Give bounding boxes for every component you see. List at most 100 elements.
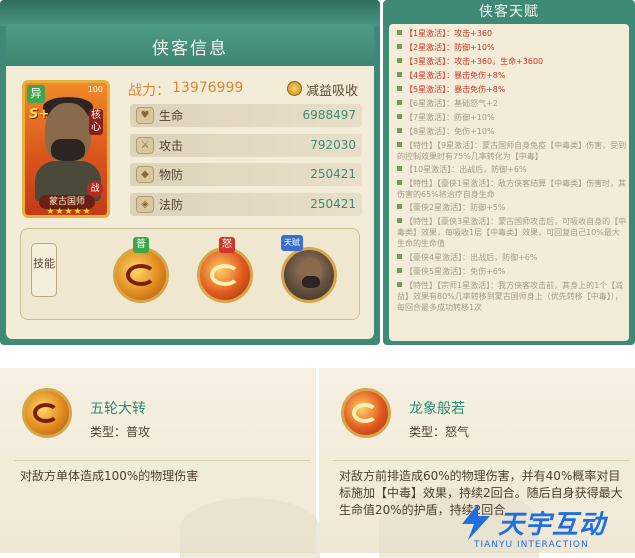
talent-line: 【豪侠4星激活】：出战后，防御+6% (397, 252, 627, 263)
stat-name: 生命 (159, 109, 184, 123)
talent-line: 【10星激活】：出战后，防御+6% (397, 164, 627, 175)
skill-card-normal: 五轮大转 类型：普攻 对敌方单体造成100%的物理伤害 (0, 368, 320, 558)
hero-portrait-card[interactable]: 异 100 S+ 核心 战 蒙古国师 ★★★★★ (22, 80, 110, 218)
talent-effect: 基础怒气+2 (454, 99, 498, 108)
talent-key: 【1星激活】： (405, 29, 455, 38)
bullet-icon (397, 30, 402, 35)
power-label: 战力： (128, 83, 170, 99)
bullet-icon (397, 142, 402, 147)
stat-value: 250421 (310, 167, 356, 181)
skill-rage-icon (341, 388, 391, 438)
talent-effect: 暴击免伤+8% (454, 85, 506, 94)
hero-beard (51, 139, 85, 161)
talent-key: 【10星激活】： (405, 165, 460, 174)
divider (333, 460, 629, 461)
talent-list[interactable]: 【1星激活】：攻击+360 【2星激活】： 防御+10% 【3星激活】：攻击+360，… (389, 24, 629, 341)
stat-name: 物防 (159, 168, 184, 182)
talent-key: 【2星激活】： (405, 43, 455, 52)
skill-talent-icon[interactable] (281, 247, 337, 303)
flame-icon (210, 264, 240, 286)
stat-row-physical-defense: ◆ 物防 250421 (130, 163, 362, 186)
bullet-icon (397, 268, 402, 273)
talent-key: 【豪侠5星激活】： (405, 267, 471, 276)
bullet-icon (397, 114, 402, 119)
talent-key: 【豪侠2星激活】： (405, 203, 471, 212)
talent-line: 【6星激活】：基础怒气+2 (397, 98, 627, 109)
skill-name: 五轮大转 (90, 401, 146, 417)
stat-row-attack: ⚔ 攻击 792030 (130, 134, 362, 157)
talent-key: 【特性】【9星激活】： (405, 141, 483, 150)
talent-key: 【3星激活】： (405, 57, 455, 66)
swirl-icon (33, 403, 59, 423)
talent-effect: 出战后，防御+6% (470, 253, 538, 262)
talent-effect: 防御+10% (454, 113, 495, 122)
debuff-absorb-icon[interactable] (287, 81, 302, 96)
heart-icon: ♥ (136, 107, 154, 124)
talent-line: 【8星激活】：免伤+10% (397, 126, 627, 137)
talent-line: 【7星激活】：防御+10% (397, 112, 627, 123)
talent-line: 【特性】【豪侠1星激活】：敌方侠客结算【中毒类】伤害时，其伤害的65%将治疗自身… (397, 178, 627, 200)
bullet-icon (397, 128, 402, 133)
talent-line: 【特性】【豪侠3星激活】：蒙古国师攻击后，可吸收自身的【中毒类】效果，每吸收1层… (397, 216, 627, 249)
stat-name: 攻击 (159, 139, 184, 153)
stat-row-magic-defense: ◈ 法防 250421 (130, 193, 362, 216)
tianyu-logo-icon (462, 504, 490, 540)
bullet-icon (397, 218, 402, 223)
bullet-icon (397, 180, 402, 185)
skill-talent-badge: 天赋 (281, 235, 303, 251)
talent-line: 【3星激活】：攻击+360，生命+3600 (397, 56, 627, 67)
talent-key: 【5星激活】： (405, 85, 455, 94)
stat-value: 792030 (310, 138, 356, 152)
talent-line: 【1星激活】：攻击+360 (397, 28, 627, 39)
talent-key: 【特性】【豪侠3星激活】： (405, 217, 499, 226)
talent-panel: 侠客天赋 【1星激活】：攻击+360 【2星激活】： 防御+10% 【3星激活】：攻击… (383, 0, 635, 345)
skills-tab[interactable]: 技能 (31, 243, 57, 297)
debuff-absorb-label[interactable]: 减益吸收 (306, 80, 358, 99)
stat-value: 250421 (310, 197, 356, 211)
talent-key: 【4星激活】： (405, 71, 455, 80)
talent-effect: 免伤+10% (454, 127, 495, 136)
hero-info-panel: 侠客信息 异 100 S+ 核心 战 蒙古国师 ★★★★★ 战力： 139769… (0, 0, 380, 345)
talent-key: 【特性】【豪侠1星激活】： (405, 179, 499, 188)
hero-info-header: 侠客信息 (6, 24, 374, 68)
bullet-icon (397, 254, 402, 259)
talent-line: 【特性】【宗师1星激活】：我方侠客攻击前，其身上的1个【减益】效果有80%几率转… (397, 280, 627, 313)
bullet-icon (397, 282, 402, 287)
divider (14, 460, 310, 461)
skill-normal-attack-icon (22, 388, 72, 438)
skill-description: 对敌方单体造成100%的物理伤害 (20, 469, 199, 483)
bullet-icon (397, 204, 402, 209)
talent-effect: 攻击+360，生命+3600 (454, 57, 544, 66)
watermark-text: 天宇互动 (498, 510, 607, 540)
power-value: 13976999 (172, 80, 244, 96)
bullet-icon (397, 166, 402, 171)
talent-line: 【豪侠5星激活】：免伤+6% (397, 266, 627, 277)
flame-icon (352, 403, 378, 423)
talent-key: 【豪侠4星激活】： (405, 253, 471, 262)
skill-normal-attack-icon[interactable] (113, 247, 169, 303)
shield-icon: ◆ (136, 166, 154, 183)
bullet-icon (397, 72, 402, 77)
talent-key: 【8星激活】： (405, 127, 455, 136)
talent-line: 【豪侠2星激活】：防御+5% (397, 202, 627, 213)
hero-level: 100 (87, 85, 103, 94)
stat-name: 法防 (159, 198, 184, 212)
talent-title: 侠客天赋 (479, 4, 539, 20)
talent-key: 【6星激活】： (405, 99, 455, 108)
hero-info-title: 侠客信息 (152, 39, 228, 59)
beard-icon (302, 276, 320, 288)
skill-rage-icon[interactable] (197, 247, 253, 303)
star-rating: ★★★★★ (46, 207, 92, 217)
talent-effect: 防御+5% (470, 203, 506, 212)
talent-effect: 出战后，防御+6% (459, 165, 527, 174)
talent-line: 【5星激活】：暴击免伤+8% (397, 84, 627, 95)
talent-line: 【4星激活】：暴击免伤+8% (397, 70, 627, 81)
talent-effect: 暴击免伤+8% (454, 71, 506, 80)
bullet-icon (397, 100, 402, 105)
talent-key: 【7星激活】： (405, 113, 455, 122)
talent-line: 【特性】【9星激活】：蒙古国师自身免疫【中毒类】伤害，受到的控制效果时有75%几… (397, 140, 627, 162)
talent-key: 【特性】【宗师1星激活】： (405, 281, 499, 290)
skill-normal-badge: 普 (133, 237, 149, 253)
stat-row-hp: ♥ 生命 6988497 (130, 104, 362, 127)
skill-name: 龙象般若 (409, 401, 465, 417)
